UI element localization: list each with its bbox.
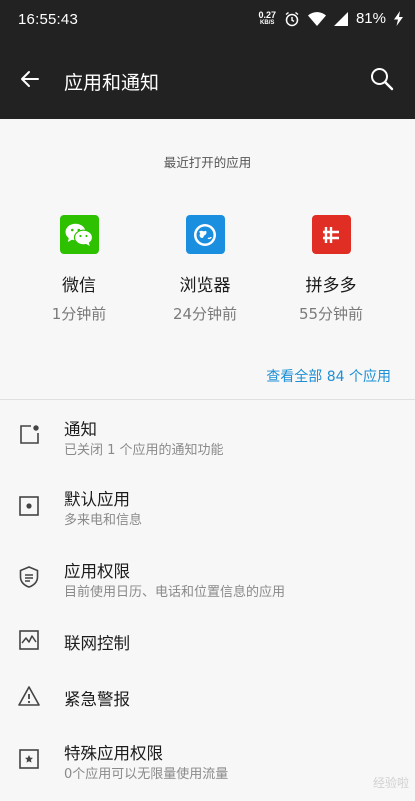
alarm-icon [285,11,299,26]
app-time: 55分钟前 [298,305,364,323]
item-title: 特殊应用权限 [64,744,163,763]
recent-apps-title: 最近打开的应用 [163,155,252,170]
settings-item-default-apps[interactable]: 默认应用 多来电和信息 [0,480,415,540]
divider [0,399,415,400]
item-subtitle: 已关闭 1 个应用的通知功能 [64,443,224,458]
item-title: 紧急警报 [64,690,130,709]
pinduoduo-icon [311,215,351,254]
wifi-icon [307,11,326,26]
network-control-icon [19,630,39,650]
recent-app-browser[interactable]: 浏览器 24分钟前 [150,215,260,324]
settings-item-special-access[interactable]: 特殊应用权限 0个应用可以无限量使用流量 [0,734,415,794]
shield-icon [19,566,39,588]
item-subtitle: 多来电和信息 [64,513,143,528]
item-subtitle: 目前使用日历、电话和位置信息的应用 [64,585,286,600]
item-title: 联网控制 [64,634,130,653]
default-app-icon [19,496,39,516]
app-name: 拼多多 [305,276,357,296]
item-title: 默认应用 [64,490,130,509]
net-speed-unit: KB/S [260,19,275,26]
recent-app-pinduoduo[interactable]: 拼多多 55分钟前 [276,215,386,324]
recent-app-wechat[interactable]: 微信 1分钟前 [24,215,134,324]
page-title: 应用和通知 [64,72,160,94]
item-title: 应用权限 [64,562,130,581]
warning-icon [18,686,40,706]
net-speed-value: 0.27 [258,9,276,20]
wechat-icon [59,215,99,254]
search-icon[interactable] [369,66,395,92]
app-name: 浏览器 [179,276,231,296]
star-box-icon [19,749,39,769]
item-subtitle: 0个应用可以无限量使用流量 [64,767,229,782]
browser-icon [185,215,225,254]
status-icons: 0.27 KB/S 81% [258,10,403,27]
settings-item-notifications[interactable]: 通知 已关闭 1 个应用的通知功能 [0,410,415,470]
recent-apps: 微信 1分钟前 浏览器 24分钟前 拼多多 55分钟前 [0,215,415,325]
item-title: 通知 [64,420,97,439]
arrow-left-icon[interactable] [18,67,42,91]
net-speed: 0.27 KB/S [258,9,276,27]
app-bar: 应用和通知 [0,42,415,119]
settings-item-network-control[interactable]: 联网控制 [0,618,415,678]
settings-item-emergency-alerts[interactable]: 紧急警报 [0,674,415,734]
battery-percent: 81% [355,10,386,27]
charging-icon [394,11,403,26]
app-time: 24分钟前 [172,305,238,323]
settings-item-app-permissions[interactable]: 应用权限 目前使用日历、电话和位置信息的应用 [0,552,415,612]
app-time: 1分钟前 [51,305,107,323]
signal-icon [333,11,348,26]
status-bar: 16:55:43 0.27 KB/S 81% [0,0,415,42]
notification-icon [20,425,39,444]
status-time: 16:55:43 [18,11,78,28]
view-all-apps-link[interactable]: 查看全部 84 个应用 [266,366,391,386]
watermark: 经验啦 [372,776,409,790]
app-name: 微信 [62,276,96,296]
